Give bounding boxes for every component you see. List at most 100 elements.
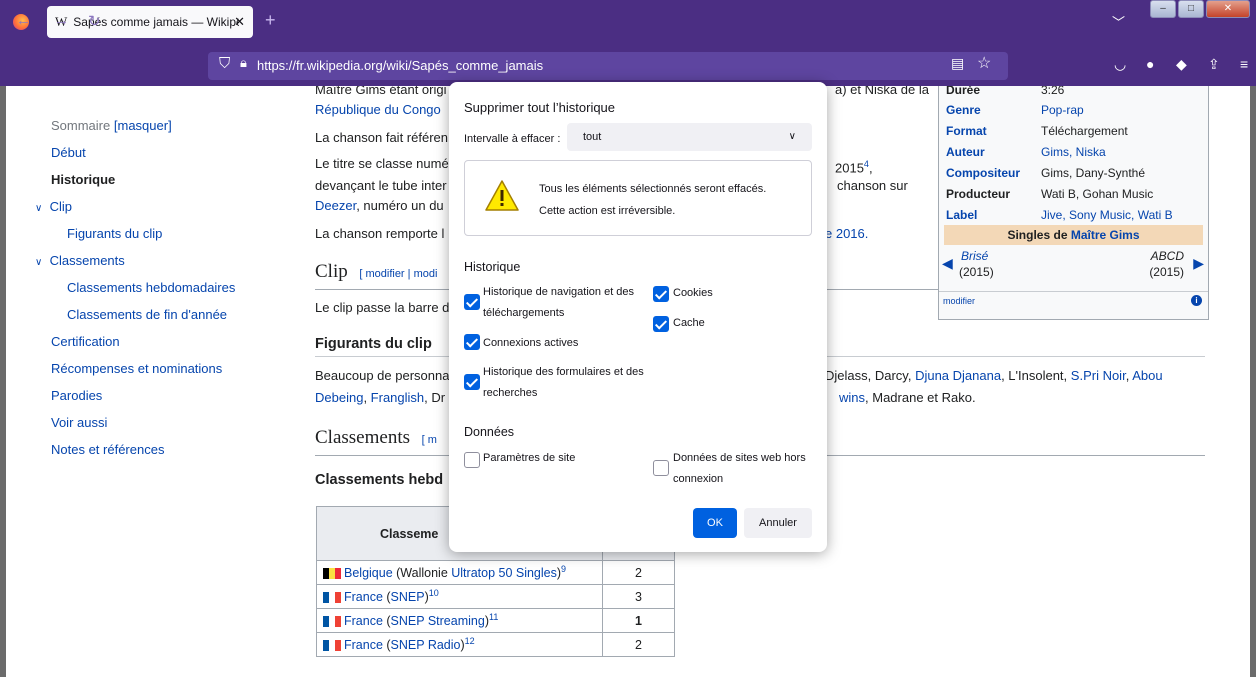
browsing-history-checkbox[interactable] [464, 294, 480, 310]
clear-history-dialog: Supprimer tout l’historique Intervalle à… [449, 82, 827, 552]
prev-arrow-icon[interactable]: ◀ [942, 255, 953, 272]
bookmark-star-icon[interactable]: ☆ [977, 53, 991, 73]
toc-toggle-link[interactable]: [masquer] [114, 118, 172, 133]
next-arrow-icon[interactable]: ▶ [1193, 255, 1204, 272]
active-logins-label[interactable]: Connexions actives [483, 333, 578, 354]
extension-icon[interactable]: ◆ [1176, 56, 1187, 73]
warning-box: Tous les éléments sélectionnés seront ef… [464, 160, 812, 236]
clip-heading: Clip [315, 261, 348, 282]
offline-data-label-2[interactable]: connexion [673, 469, 723, 490]
forward-icon[interactable]: → [54, 12, 69, 29]
close-tab-icon[interactable]: ✕ [234, 14, 245, 30]
info-icon[interactable]: i [1191, 295, 1202, 306]
infobox-modify-link[interactable]: modifier [943, 296, 975, 306]
edit-link[interactable]: [ m [422, 434, 437, 446]
url-text[interactable]: https://fr.wikipedia.org/wiki/Sapés_comm… [257, 58, 543, 73]
window-close-button[interactable]: ✕ [1206, 0, 1250, 18]
edit-link[interactable]: [ modifier | modi [359, 268, 437, 280]
link-franglish[interactable]: Franglish [371, 390, 424, 405]
back-icon[interactable]: ← [16, 12, 31, 29]
infobox-key[interactable]: Genre [946, 103, 981, 117]
ref-link[interactable]: 11 [489, 612, 498, 622]
toc-item[interactable]: Historique [51, 172, 291, 199]
site-settings-label[interactable]: Paramètres de site [483, 448, 575, 469]
cache-label[interactable]: Cache [673, 313, 705, 334]
link-spri-noir[interactable]: S.Pri Noir [1071, 368, 1126, 383]
toc-item[interactable]: Voir aussi [51, 415, 291, 442]
maximize-button[interactable]: □ [1178, 0, 1204, 18]
ok-button[interactable]: OK [693, 508, 737, 538]
account-icon[interactable]: ● [1146, 56, 1154, 72]
toc-item[interactable]: Classements hebdomadaires [51, 280, 291, 307]
infobox-value[interactable]: Jive, Sony Music, Wati B [1041, 208, 1173, 222]
toc-item[interactable]: Classements de fin d'année [51, 307, 291, 334]
chart-link[interactable]: Ultratop 50 Singles [451, 567, 557, 581]
pocket-icon[interactable]: ◡ [1114, 56, 1126, 73]
form-history-label[interactable]: Historique des formulaires et des [483, 362, 644, 383]
france-flag-icon [323, 591, 341, 603]
infobox-key[interactable]: Label [946, 208, 977, 222]
country-link[interactable]: France [344, 615, 383, 629]
prev-single-title[interactable]: Brisé [961, 249, 988, 263]
ref-4[interactable]: 4 [864, 159, 869, 169]
chart-link[interactable]: SNEP [391, 591, 425, 605]
offline-data-label[interactable]: Données de sites web hors [673, 448, 806, 469]
toc-item[interactable]: Parodies [51, 388, 291, 415]
link-abou[interactable]: Abou [1132, 368, 1162, 383]
browsing-history-label-2[interactable]: téléchargements [483, 303, 564, 324]
country-link[interactable]: Belgique [344, 567, 393, 581]
link-twins[interactable]: wins [839, 390, 865, 405]
cookies-checkbox[interactable] [653, 286, 669, 302]
active-logins-checkbox[interactable] [464, 334, 480, 350]
menu-icon[interactable]: ≡ [1240, 56, 1248, 72]
link-debeing[interactable]: Debeing [315, 390, 363, 405]
link-congo[interactable]: République du Congo [315, 100, 441, 120]
tab-active[interactable]: W Sapés comme jamais — Wikipé ✕ [47, 6, 253, 38]
infobox-value[interactable]: Gims, Niska [1041, 145, 1106, 159]
reader-view-icon[interactable]: ▤ [951, 55, 964, 72]
toc-item[interactable]: Notes et références [51, 442, 291, 469]
paragraph-4-end[interactable]: e 2016. [825, 224, 868, 244]
country-link[interactable]: France [344, 591, 383, 605]
toc-item[interactable]: Certification [51, 334, 291, 361]
chevron-down-icon[interactable]: ﹀ [1112, 12, 1125, 31]
infobox-value: Gims, Dany-Synthé [1041, 166, 1146, 180]
toc-item[interactable]: Classements [50, 253, 125, 268]
link-maitre-gims[interactable]: Maître Gims [1071, 228, 1140, 242]
toc-item[interactable]: Début [51, 145, 291, 172]
offline-data-checkbox[interactable] [653, 460, 669, 476]
range-select[interactable]: tout ∨ [567, 123, 812, 151]
share-icon[interactable]: ⇪ [1208, 56, 1220, 73]
cookies-label[interactable]: Cookies [673, 283, 713, 304]
ref-link[interactable]: 9 [561, 564, 566, 574]
link-deezer[interactable]: Deezer [315, 198, 356, 213]
form-history-checkbox[interactable] [464, 374, 480, 390]
chart-link[interactable]: SNEP Radio [391, 639, 461, 653]
infobox-key[interactable]: Compositeur [946, 166, 1020, 180]
reload-icon[interactable]: ↻ [88, 12, 101, 30]
browsing-history-label[interactable]: Historique de navigation et des [483, 282, 634, 303]
form-history-label-2[interactable]: recherches [483, 383, 537, 404]
ref-link[interactable]: 10 [429, 588, 439, 598]
toc-item[interactable]: Récompenses et nominations [51, 361, 291, 388]
lock-icon[interactable]: 🔒︎ [240, 55, 247, 71]
site-settings-checkbox[interactable] [464, 452, 480, 468]
paragraph-1a: Maître Gims étant origi [315, 86, 447, 97]
france-flag-icon [323, 639, 341, 651]
chevron-down-icon[interactable]: ∨ [35, 257, 46, 268]
tracking-shield-icon[interactable]: ⛉ [219, 55, 230, 72]
ref-link[interactable]: 12 [465, 636, 475, 646]
infobox-key[interactable]: Format [946, 124, 987, 138]
toc-item[interactable]: Figurants du clip [51, 226, 291, 253]
chevron-down-icon[interactable]: ∨ [35, 203, 46, 214]
link-djuna[interactable]: Djuna Djanana [915, 368, 1001, 383]
infobox-key[interactable]: Auteur [946, 145, 985, 159]
new-tab-icon[interactable]: + [265, 10, 276, 31]
toc-item[interactable]: Clip [50, 199, 72, 214]
chart-link[interactable]: SNEP Streaming [391, 615, 485, 629]
minimize-button[interactable]: – [1150, 0, 1176, 18]
country-link[interactable]: France [344, 639, 383, 653]
infobox-value[interactable]: Pop-rap [1041, 103, 1084, 117]
cache-checkbox[interactable] [653, 316, 669, 332]
cancel-button[interactable]: Annuler [744, 508, 812, 538]
